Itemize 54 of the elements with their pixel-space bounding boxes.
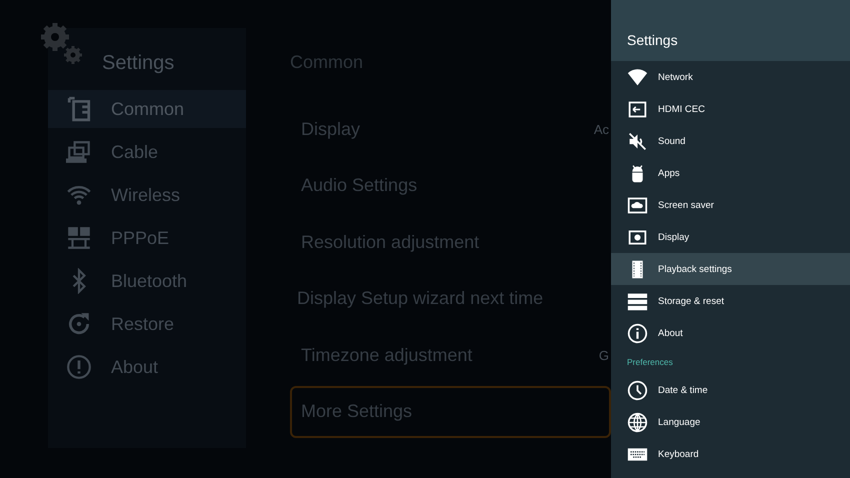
input-icon bbox=[627, 98, 648, 120]
computer-icon bbox=[66, 139, 92, 165]
sidebar-item-label: Restore bbox=[111, 314, 174, 334]
settings-item[interactable]: Resolution adjustment bbox=[290, 216, 611, 268]
cloud-screen-icon bbox=[627, 194, 648, 216]
sidebar-title: Settings bbox=[102, 52, 174, 75]
settings-item[interactable]: Display Ac bbox=[290, 103, 611, 155]
muted-speaker-icon bbox=[627, 130, 648, 152]
settings-item-value: Ac bbox=[594, 122, 609, 136]
menu-item[interactable]: Keyboard bbox=[611, 438, 850, 470]
menu-item[interactable]: HDMI CEC bbox=[611, 93, 850, 125]
globe-icon bbox=[627, 412, 648, 432]
menu-item[interactable]: Network bbox=[611, 61, 850, 93]
sidebar-item[interactable]: Common bbox=[48, 90, 246, 128]
sidebar-item-label: PPPoE bbox=[111, 228, 170, 248]
settings-item-value: G bbox=[598, 348, 609, 362]
sidebar-item-label: Bluetooth bbox=[111, 270, 188, 292]
sidebar-item[interactable]: Restore bbox=[48, 305, 246, 343]
storage-icon bbox=[627, 290, 648, 312]
clock-icon bbox=[627, 380, 648, 400]
sidebar-item[interactable]: About bbox=[48, 348, 246, 386]
menu-item[interactable]: Display bbox=[611, 221, 850, 253]
settings-item-label: Timezone adjustment bbox=[301, 344, 472, 366]
settings-item-label: Resolution adjustment bbox=[301, 232, 480, 252]
sidebar-item-label: About bbox=[111, 356, 158, 378]
menu-item[interactable]: Date & time bbox=[611, 374, 850, 406]
restore-icon bbox=[66, 311, 92, 337]
settings-item[interactable]: Timezone adjustment G bbox=[290, 329, 611, 381]
sidebar-item[interactable]: Cable bbox=[48, 133, 246, 171]
settings-item-label: More Settings bbox=[301, 401, 412, 422]
menu-item[interactable]: Storage & reset bbox=[611, 285, 850, 317]
sidebar-item-label: Common bbox=[111, 98, 184, 120]
sidebar-item[interactable]: PPPoE bbox=[48, 219, 246, 257]
settings-item[interactable]: Display Setup wizard next time bbox=[290, 272, 611, 324]
sidebar-item-label: Wireless bbox=[111, 184, 180, 206]
menu-item[interactable]: Sound bbox=[611, 125, 850, 157]
menu-item[interactable]: About bbox=[611, 317, 850, 349]
menu-item[interactable]: Language bbox=[611, 406, 850, 438]
settings-item[interactable]: Audio Settings bbox=[290, 160, 611, 212]
drawer-title: Settings bbox=[627, 32, 678, 48]
settings-item[interactable]: More Settings bbox=[290, 386, 611, 438]
menu-item[interactable]: Apps bbox=[611, 157, 850, 189]
settings-item-label: Display bbox=[301, 118, 360, 140]
sidebar-item[interactable]: Bluetooth bbox=[48, 262, 246, 300]
section-header: Preferences bbox=[627, 356, 673, 366]
sidebar-item-label: Cable bbox=[111, 142, 158, 162]
menu-item[interactable]: Screen saver bbox=[611, 189, 850, 221]
wifi-icon bbox=[627, 66, 648, 88]
sidebar-item[interactable]: Wireless bbox=[48, 176, 246, 214]
network-icon bbox=[66, 225, 92, 251]
settings-item-label: Audio Settings bbox=[301, 175, 418, 196]
menu-item[interactable]: Playback settings bbox=[611, 253, 850, 285]
settings-item-label: Display Setup wizard next time bbox=[297, 288, 544, 309]
box-icon bbox=[66, 96, 92, 122]
